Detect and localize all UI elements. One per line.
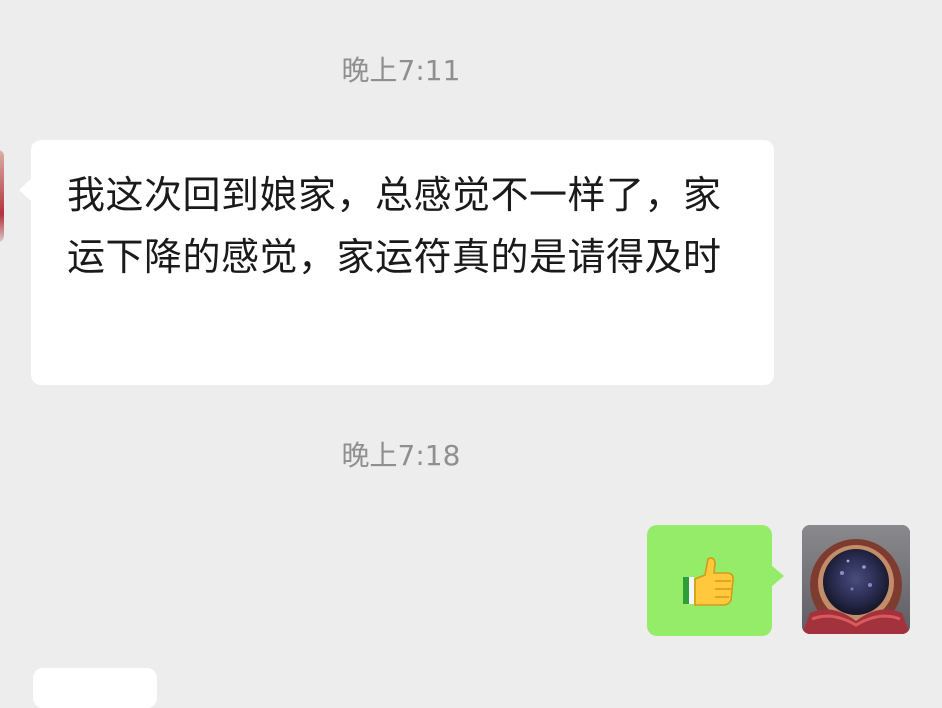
incoming-message-text: 我这次回到娘家，总感觉不一样了，家运下降的感觉，家运符真的是请得及时: [67, 173, 722, 279]
incoming-message-bubble[interactable]: 我这次回到娘家，总感觉不一样了，家运下降的感觉，家运符真的是请得及时: [19, 140, 774, 385]
message-timestamp: 晚上7:11: [341, 54, 461, 87]
user-avatar[interactable]: [802, 525, 910, 634]
thumbs-up-icon: [683, 557, 734, 606]
incoming-message-bubble-partial[interactable]: [33, 668, 157, 708]
contact-avatar[interactable]: [0, 150, 4, 242]
geode-avatar-image: [802, 525, 910, 634]
message-timestamp: 晚上7:18: [341, 439, 461, 472]
outgoing-message-bubble[interactable]: [647, 525, 784, 636]
